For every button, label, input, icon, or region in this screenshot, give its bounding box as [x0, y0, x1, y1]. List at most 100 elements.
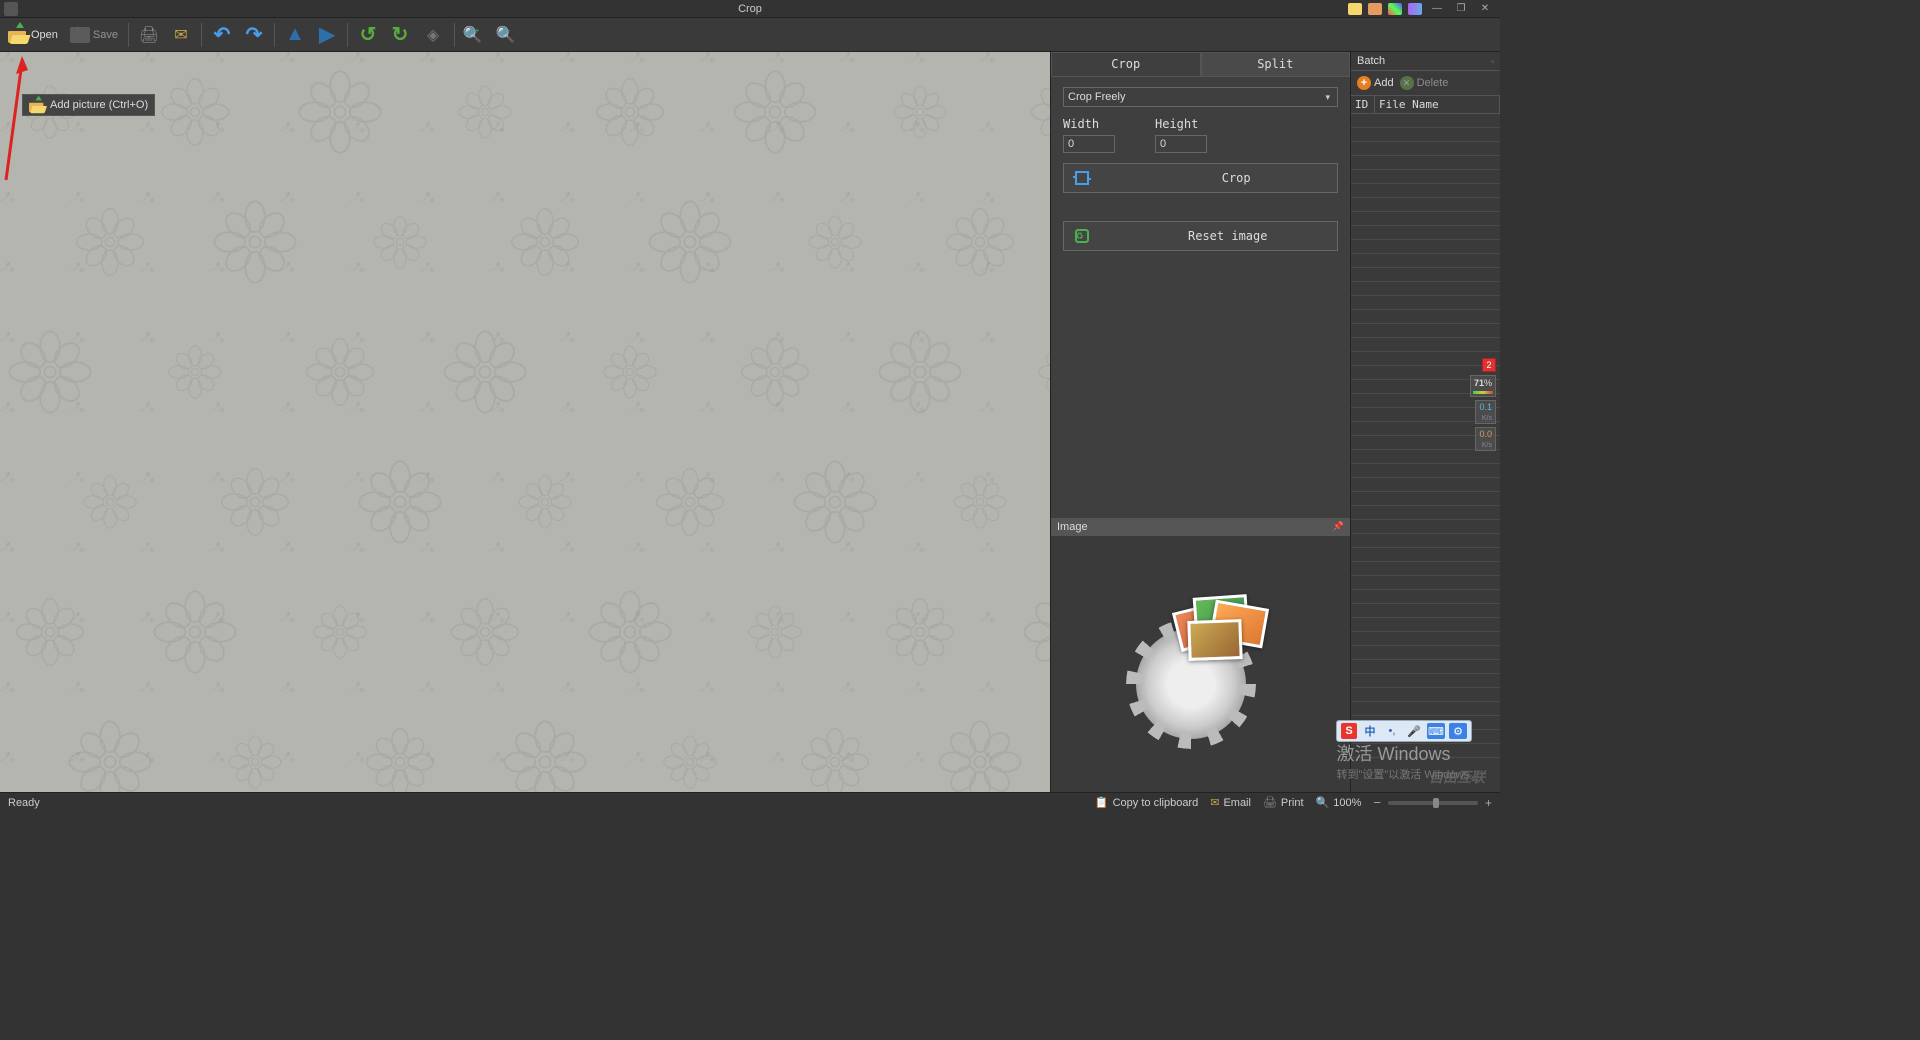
print-button[interactable]: 🖨	[135, 23, 163, 47]
table-row	[1351, 632, 1500, 646]
col-id[interactable]: ID	[1351, 96, 1375, 113]
separator	[201, 23, 202, 47]
rotate-right-button[interactable]: ↻	[386, 23, 414, 47]
crop-action-button[interactable]: Crop	[1063, 163, 1338, 193]
table-row	[1351, 240, 1500, 254]
maximize-button[interactable]: ❐	[1452, 2, 1470, 16]
accent-icon-4[interactable]	[1408, 3, 1422, 15]
skew-icon: ◈	[422, 25, 444, 45]
width-input[interactable]	[1063, 135, 1115, 153]
image-preview-panel	[1051, 536, 1350, 793]
col-filename[interactable]: File Name	[1375, 96, 1500, 113]
zoom-out-button[interactable]: 🔍-	[493, 23, 521, 47]
accent-icon-1[interactable]	[1348, 3, 1362, 15]
app-logo-icon	[1126, 589, 1276, 739]
side-widgets: 2 71% 0.1K/s 0.0K/s	[1470, 358, 1496, 451]
redo-button[interactable]: ↷	[240, 23, 268, 47]
printer-icon: 🖨	[1263, 796, 1277, 809]
ime-punct-button[interactable]: •,	[1383, 723, 1401, 739]
table-row	[1351, 506, 1500, 520]
batch-header: Batch ◦	[1351, 52, 1500, 71]
zoom-slider[interactable]: −+	[1373, 795, 1492, 810]
canvas-area[interactable]: Add picture (Ctrl+O)	[0, 52, 1050, 792]
save-icon	[70, 25, 90, 45]
ime-mic-icon[interactable]: 🎤	[1405, 723, 1423, 739]
magnifier-icon: 🔍	[1316, 796, 1330, 809]
notification-badge[interactable]: 2	[1482, 358, 1496, 372]
flip-horizontal-button[interactable]: ▲	[281, 23, 309, 47]
main-toolbar: Open Save 🖨 ✉ ↶ ↷ ▲ ▶ ↺ ↻ ◈ 🔍+ 🔍-	[0, 18, 1500, 52]
separator	[128, 23, 129, 47]
net-up-widget: 0.1K/s	[1475, 400, 1496, 424]
flip-h-icon: ▲	[285, 25, 305, 45]
canvas-background	[0, 52, 1050, 792]
copy-clipboard-button[interactable]: 📋Copy to clipboard	[1095, 796, 1198, 809]
x-icon: ✕	[1400, 76, 1414, 90]
table-row	[1351, 674, 1500, 688]
ime-keyboard-icon[interactable]: ⌨	[1427, 723, 1445, 739]
sogou-logo-icon[interactable]: S	[1341, 723, 1357, 739]
undo-icon: ↶	[212, 25, 232, 45]
batch-table-header: ID File Name	[1351, 95, 1500, 114]
table-row	[1351, 184, 1500, 198]
app-icon	[4, 2, 18, 16]
table-row	[1351, 534, 1500, 548]
rotate-right-icon: ↻	[390, 25, 410, 45]
tab-split[interactable]: Split	[1201, 52, 1351, 76]
envelope-icon: ✉	[171, 25, 191, 45]
undo-button[interactable]: ↶	[208, 23, 236, 47]
pin-icon[interactable]: ◦	[1491, 57, 1494, 66]
crop-mode-select[interactable]: Crop Freely	[1063, 87, 1338, 107]
table-row	[1351, 562, 1500, 576]
window-title: Crop	[738, 3, 762, 15]
title-bar: Crop — ❐ ✕	[0, 0, 1500, 18]
accent-icon-3[interactable]	[1388, 3, 1402, 15]
panel-tabs: Crop Split	[1051, 52, 1350, 77]
folder-open-icon	[29, 98, 45, 112]
skew-button[interactable]: ◈	[418, 23, 448, 47]
email-button[interactable]: ✉	[167, 23, 195, 47]
status-ready: Ready	[8, 797, 40, 809]
cpu-usage-widget[interactable]: 71%	[1470, 375, 1496, 397]
email-status-button[interactable]: ✉Email	[1210, 796, 1251, 809]
table-row	[1351, 296, 1500, 310]
right-panel: Crop Split Crop Freely Width Height Crop	[1050, 52, 1350, 792]
ime-toolbar[interactable]: S 中 •, 🎤 ⌨ ⚙	[1336, 720, 1472, 742]
width-label: Width	[1063, 117, 1115, 131]
tooltip-text: Add picture (Ctrl+O)	[50, 99, 148, 111]
pin-icon[interactable]: 📌	[1333, 521, 1344, 532]
table-row	[1351, 310, 1500, 324]
reset-image-button[interactable]: Reset image	[1063, 221, 1338, 251]
table-row	[1351, 226, 1500, 240]
table-row	[1351, 618, 1500, 632]
table-row	[1351, 576, 1500, 590]
height-input[interactable]	[1155, 135, 1207, 153]
ime-settings-icon[interactable]: ⚙	[1449, 723, 1467, 739]
batch-add-label: Add	[1374, 77, 1394, 89]
flip-vertical-button[interactable]: ▶	[313, 23, 341, 47]
batch-delete-button[interactable]: ✕Delete	[1400, 76, 1449, 90]
open-button[interactable]: Open	[4, 23, 62, 47]
separator	[454, 23, 455, 47]
zoom-in-button[interactable]: 🔍+	[461, 23, 489, 47]
print-status-button[interactable]: 🖨Print	[1263, 796, 1304, 809]
accent-icon-2[interactable]	[1368, 3, 1382, 15]
table-row	[1351, 128, 1500, 142]
save-button[interactable]: Save	[66, 23, 122, 47]
table-row	[1351, 520, 1500, 534]
table-row	[1351, 198, 1500, 212]
content-area: Add picture (Ctrl+O) Crop Split Crop Fre…	[0, 52, 1500, 792]
ime-lang-button[interactable]: 中	[1361, 723, 1379, 739]
table-row	[1351, 646, 1500, 660]
minimize-button[interactable]: —	[1428, 2, 1446, 16]
close-button[interactable]: ✕	[1476, 2, 1494, 16]
table-row	[1351, 142, 1500, 156]
rotate-left-button[interactable]: ↺	[354, 23, 382, 47]
table-row	[1351, 590, 1500, 604]
batch-add-button[interactable]: +Add	[1357, 76, 1394, 90]
table-row	[1351, 212, 1500, 226]
tab-crop[interactable]: Crop	[1051, 52, 1201, 76]
table-row	[1351, 156, 1500, 170]
zoom-indicator[interactable]: 🔍100%	[1316, 796, 1362, 809]
plus-icon: +	[1357, 76, 1371, 90]
